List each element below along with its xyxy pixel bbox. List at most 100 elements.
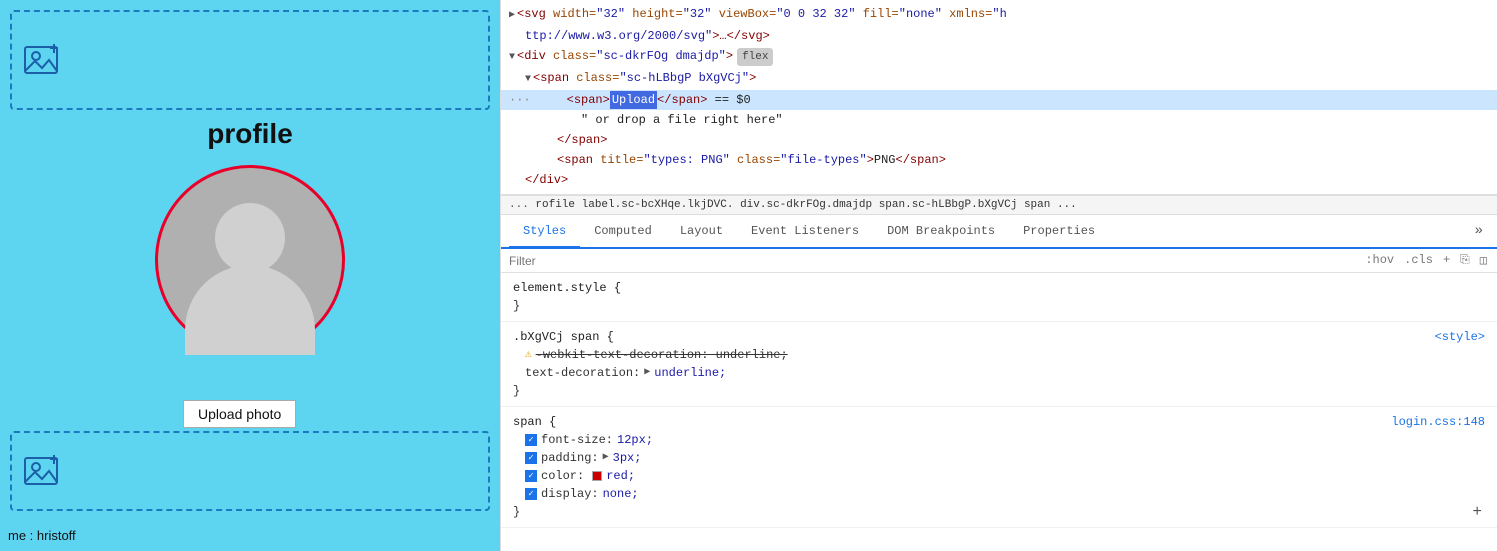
close-brace-span: } + — [513, 503, 1485, 521]
expand-padding[interactable]: ▶ — [603, 449, 609, 467]
tab-dom-breakpoints[interactable]: DOM Breakpoints — [873, 216, 1009, 248]
prop-name-webkit: -webkit-text-decoration: underline; — [536, 346, 788, 364]
tag-span-file-open: <span — [557, 151, 600, 169]
avatar-head — [215, 203, 285, 273]
tag-close-div: </div> — [525, 171, 568, 189]
prop-font-size: font-size: 12px; — [513, 431, 1485, 449]
image-upload-icon-bottom — [24, 454, 64, 489]
triangle-div: ▼ — [509, 49, 515, 67]
source-link-bxgvcj[interactable]: <style> — [1435, 328, 1485, 346]
tab-event-listeners[interactable]: Event Listeners — [737, 216, 873, 248]
tag-span-upload-open: < — [567, 91, 574, 109]
styles-panel: :hov .cls + ⎘ ◫ element.style { } .bXgVC… — [501, 249, 1497, 551]
attr-title-file-val: "types: PNG" — [643, 151, 729, 169]
attr-class-span-outer-val: "sc-hLBbgP bXgVCj" — [619, 69, 749, 87]
tag-div-close: > — [726, 47, 733, 65]
prop-color: color: red; — [513, 467, 1485, 485]
tab-layout[interactable]: Layout — [666, 216, 737, 248]
tag-span-upload-close: </span> — [657, 91, 707, 109]
attr-viewbox: viewBox= — [712, 5, 777, 23]
html-line-close-span: </span> — [501, 130, 1497, 150]
attr-class-file: class= — [730, 151, 780, 169]
hov-button[interactable]: :hov — [1363, 253, 1396, 268]
breadcrumb-rofile[interactable]: rofile — [535, 199, 575, 211]
triangle-span-outer: ▼ — [525, 71, 531, 89]
breadcrumb-span[interactable]: span — [1024, 199, 1050, 211]
selector-element: element.style { — [513, 279, 1485, 297]
html-line-svg-url: ttp://www.w3.org/2000/svg" >…</svg> — [501, 26, 1497, 46]
expand-text-dec[interactable]: ▶ — [644, 364, 650, 382]
avatar — [155, 165, 345, 355]
avatar-body — [185, 265, 315, 355]
close-brace-bxgvcj: } — [513, 382, 1485, 400]
copy-style-icon[interactable]: ⎘ — [1458, 253, 1472, 268]
tabs-bar: Styles Computed Layout Event Listeners D… — [501, 215, 1497, 249]
html-line-file-types[interactable]: <span title="types: PNG" class="file-typ… — [501, 150, 1497, 170]
selector-bxgvcj-line: .bXgVCj span { <style> — [513, 328, 1485, 346]
breadcrumb-label[interactable]: label.sc-bcXHqe.lkjDVC. — [582, 199, 734, 211]
left-panel: profile Upload photo me : hristoff — [0, 0, 500, 551]
checkbox-padding[interactable] — [525, 452, 537, 464]
prop-webkit-text-decoration: ⚠ -webkit-text-decoration: underline; — [513, 346, 1485, 364]
html-line-span-outer[interactable]: ▼ <span class="sc-hLBbgP bXgVCj" > — [501, 68, 1497, 90]
prop-name-padding: padding: — [541, 449, 599, 467]
breadcrumb-bar: ... rofile label.sc-bcXHqe.lkjDVC. div.s… — [501, 195, 1497, 215]
add-style-button[interactable]: + — [1441, 253, 1452, 268]
attr-height: height= — [625, 5, 683, 23]
cls-button[interactable]: .cls — [1402, 253, 1435, 268]
selector-span-line: span { login.css:148 — [513, 413, 1485, 431]
tag-span-upload-name: span — [574, 91, 603, 109]
attr-xmlns-url: ttp://www.w3.org/2000/svg" — [525, 27, 712, 45]
tag-span-outer-open: <span — [533, 69, 576, 87]
checkbox-display[interactable] — [525, 488, 537, 500]
tag-span-outer-close: > — [749, 69, 756, 87]
avatar-circle — [155, 165, 345, 355]
html-tree: ▶ <svg width="32" height="32" viewBox="0… — [501, 0, 1497, 195]
add-rule-button[interactable]: + — [1469, 504, 1485, 520]
prop-name-display: display: — [541, 485, 599, 503]
attr-fill: fill= — [856, 5, 899, 23]
bottom-label: me : hristoff — [8, 528, 76, 543]
warning-icon: ⚠ — [525, 346, 532, 364]
attr-class-div: class= — [553, 47, 596, 65]
close-brace-element: } — [513, 297, 1485, 315]
filter-input[interactable] — [509, 254, 1355, 268]
tag-svg-ellipsis: >…</svg> — [712, 27, 770, 45]
html-line-div[interactable]: ▼ <div class="sc-dkrFOg dmajdp" > flex — [501, 46, 1497, 68]
html-line-svg[interactable]: ▶ <svg width="32" height="32" viewBox="0… — [501, 4, 1497, 26]
breadcrumb-dots: ... — [509, 199, 535, 211]
prop-text-decoration: text-decoration: ▶ underline; — [513, 364, 1485, 382]
tab-properties[interactable]: Properties — [1009, 216, 1109, 248]
prop-display: display: none; — [513, 485, 1485, 503]
style-block-element: element.style { } — [501, 273, 1497, 322]
tag-file-gt: > — [867, 151, 874, 169]
tab-more[interactable]: » — [1469, 215, 1489, 247]
upload-photo-button[interactable]: Upload photo — [183, 400, 296, 428]
breadcrumb-span-outer[interactable]: span.sc-hLBbgP.bXgVCj — [879, 199, 1018, 211]
tab-styles[interactable]: Styles — [509, 216, 580, 248]
attr-class-div-val: "sc-dkrFOg dmajdp" — [596, 47, 726, 65]
source-link-span[interactable]: login.css:148 — [1391, 413, 1485, 431]
breadcrumb-more[interactable]: ... — [1057, 199, 1077, 211]
dots-upload: ··· — [509, 91, 531, 109]
attr-viewbox-val: "0 0 32 32" — [776, 5, 855, 23]
attr-fill-val: "none" — [899, 5, 942, 23]
checkbox-font-size[interactable] — [525, 434, 537, 446]
tag-span-upload-gt: > — [603, 91, 610, 109]
filter-bar: :hov .cls + ⎘ ◫ — [501, 249, 1497, 273]
prop-value-display: none; — [603, 485, 639, 503]
prop-name-font-size: font-size: — [541, 431, 613, 449]
profile-label: profile — [0, 118, 500, 150]
triangle-svg: ▶ — [509, 7, 515, 25]
attr-class-file-val: "file-types" — [780, 151, 866, 169]
breadcrumb-div[interactable]: div.sc-dkrFOg.dmajdp — [740, 199, 872, 211]
attr-class-span-outer: class= — [576, 69, 619, 87]
tab-computed[interactable]: Computed — [580, 216, 666, 248]
image-upload-icon-top — [24, 43, 64, 78]
tag-close-span: </span> — [557, 131, 607, 149]
color-swatch-red[interactable] — [592, 471, 602, 481]
checkbox-color[interactable] — [525, 470, 537, 482]
close-style-icon[interactable]: ◫ — [1478, 253, 1489, 268]
html-line-upload[interactable]: ··· <span> Upload </span> == $0 — [501, 90, 1497, 110]
html-line-close-div: </div> — [501, 170, 1497, 190]
